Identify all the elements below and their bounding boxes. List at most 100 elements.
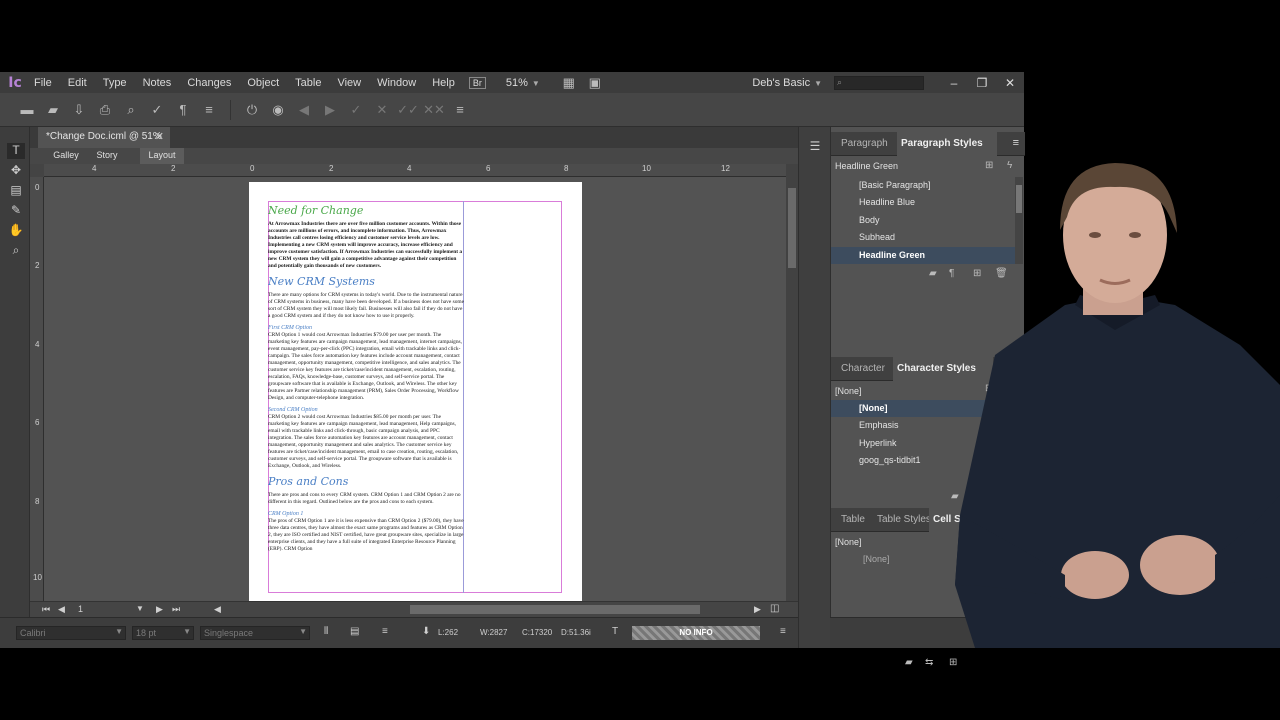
tab-galley[interactable]: Galley [46, 148, 86, 164]
tab-table-styles[interactable]: Table Styles [877, 508, 931, 532]
menu-window[interactable]: Window [369, 77, 424, 89]
panel-menu-icon[interactable]: ≡ [1013, 137, 1019, 149]
document-tab[interactable]: *Change Doc.icml @ 51% ✕ [38, 127, 170, 148]
folder-icon[interactable]: ▰ [929, 268, 937, 279]
spacing-field[interactable]: Singlespace ▼ [200, 626, 310, 640]
minimize-icon[interactable]: – [940, 76, 968, 90]
accept-all-icon[interactable]: ✓✓ [395, 102, 421, 118]
story-headline[interactable]: Pros and Cons [268, 475, 464, 488]
new-style-icon[interactable]: ⊞ [949, 657, 957, 668]
menu-view[interactable]: View [329, 77, 369, 89]
open-folder-icon[interactable]: ▰ [40, 102, 66, 118]
clear-override-icon[interactable]: ⇆ [925, 657, 933, 668]
story-subhead[interactable]: CRM Option 1 [268, 511, 464, 517]
clear-override-icon[interactable]: ¶ [949, 268, 954, 279]
columns-icon[interactable]: ⫴ [324, 626, 328, 637]
story-paragraph[interactable]: There are many options for CRM systems i… [268, 292, 464, 320]
text-icon[interactable]: T [612, 626, 618, 637]
menu-changes[interactable]: Changes [179, 77, 239, 89]
menu-icon[interactable]: ≡ [382, 626, 388, 637]
menu-table[interactable]: Table [287, 77, 329, 89]
scroll-right-icon[interactable]: ▶ [754, 604, 761, 615]
type-tool-icon[interactable]: T [7, 143, 25, 159]
story-subhead[interactable]: Second CRM Option [268, 407, 464, 413]
vertical-ruler[interactable]: 0 2 4 6 8 10 [30, 177, 44, 601]
menu-help[interactable]: Help [424, 77, 463, 89]
save-icon[interactable]: ⇩ [66, 102, 92, 118]
line-count: L:262 [438, 628, 459, 637]
horizontal-scroll-thumb[interactable] [410, 605, 700, 614]
next-page-icon[interactable]: ▶ [156, 604, 163, 615]
tab-paragraph-styles[interactable]: Paragraph Styles [897, 132, 997, 156]
folder-icon[interactable]: ▰ [905, 657, 913, 668]
tab-character[interactable]: Character [841, 357, 885, 381]
next-change-icon[interactable]: ▶ [317, 102, 343, 118]
story-subhead[interactable]: First CRM Option [268, 325, 464, 331]
ruler-origin[interactable] [30, 164, 44, 177]
print-icon[interactable]: ⎙ [92, 102, 118, 118]
panel-menu-icon[interactable]: ☰ [806, 139, 824, 155]
hand-tool-icon[interactable]: ✋ [7, 223, 25, 239]
previous-page-icon[interactable]: ◀ [58, 604, 65, 615]
track-changes-icon[interactable]: ⏻ [239, 102, 265, 118]
menu-notes[interactable]: Notes [135, 77, 180, 89]
position-tool-icon[interactable]: ✥ [7, 163, 25, 179]
scroll-thumb[interactable] [788, 188, 796, 268]
zoom-level[interactable]: 51% ▼ [506, 77, 540, 89]
toolbar-menu-icon[interactable]: ≡ [447, 102, 473, 117]
eyedropper-icon[interactable]: ✎ [7, 203, 25, 219]
zoom-tool-icon[interactable]: ⌕ [7, 243, 25, 259]
reject-all-icon[interactable]: ✕✕ [421, 102, 447, 118]
ruler-label: 2 [171, 164, 176, 173]
spellcheck-icon[interactable]: ✓ [144, 102, 170, 118]
story-paragraph[interactable]: The pros of CRM Option 1 are it is less … [268, 518, 464, 553]
tab-table[interactable]: Table [841, 508, 865, 532]
menu-icon[interactable]: ≡ [196, 102, 222, 117]
story-paragraph[interactable]: There are pros and cons to every CRM sys… [268, 492, 464, 506]
page-number-field[interactable]: 1 [78, 604, 83, 614]
close-icon[interactable]: ✕ [996, 76, 1024, 90]
close-tab-icon[interactable]: ✕ [155, 130, 164, 143]
table-icon[interactable]: ▤ [350, 626, 359, 637]
accept-change-icon[interactable]: ✓ [343, 102, 369, 118]
font-field[interactable]: Calibri ▼ [16, 626, 126, 640]
menu-edit[interactable]: Edit [60, 77, 95, 89]
restore-icon[interactable]: ❐ [968, 76, 996, 90]
screen-mode-icon[interactable]: ▣ [582, 75, 608, 91]
story-headline[interactable]: New CRM Systems [268, 275, 464, 288]
scroll-left-icon[interactable]: ◀ [214, 604, 221, 615]
chevron-down-icon[interactable]: ▼ [136, 604, 144, 613]
pilcrow-icon[interactable]: ¶ [170, 102, 196, 117]
last-page-icon[interactable]: ⏭ [172, 604, 180, 615]
layout-canvas[interactable]: Need for Change At Arrowmax Industries t… [44, 177, 786, 601]
search-field[interactable]: ⌕ [834, 75, 924, 90]
status-menu-icon[interactable]: ≡ [780, 626, 786, 637]
find-icon[interactable]: ⌕ [118, 102, 144, 118]
show-changes-icon[interactable]: ◉ [265, 102, 291, 118]
story-headline[interactable]: Need for Change [268, 204, 464, 217]
menu-object[interactable]: Object [239, 77, 287, 89]
first-page-icon[interactable]: ⏮ [42, 604, 50, 615]
previous-change-icon[interactable]: ◀ [291, 102, 317, 118]
note-tool-icon[interactable]: ▤ [7, 183, 25, 199]
split-view-icon[interactable]: ◫ [770, 603, 779, 614]
story-paragraph[interactable]: CRM Option 1 would cost Arrowmax Industr… [268, 332, 464, 402]
tab-layout[interactable]: Layout [140, 148, 184, 164]
text-frame[interactable]: Need for Change At Arrowmax Industries t… [268, 202, 464, 592]
font-size-field[interactable]: 18 pt ▼ [132, 626, 194, 640]
tab-paragraph[interactable]: Paragraph [841, 132, 888, 156]
tab-story[interactable]: Story [92, 148, 122, 164]
reject-change-icon[interactable]: ✕ [369, 102, 395, 118]
vertical-scrollbar[interactable] [786, 164, 798, 601]
horizontal-ruler[interactable]: 4 2 0 2 4 6 8 10 12 [44, 164, 798, 177]
menu-file[interactable]: File [26, 77, 60, 89]
ruler-label: 2 [329, 164, 334, 173]
story-paragraph[interactable]: CRM Option 2 would cost Arrowmax Industr… [268, 414, 464, 470]
story-paragraph[interactable]: At Arrowmax Industries there are over fi… [268, 221, 464, 270]
menu-type[interactable]: Type [95, 77, 135, 89]
download-icon[interactable]: ⬇ [422, 626, 430, 637]
new-doc-icon[interactable]: ▬ [14, 102, 40, 117]
workspace-switcher[interactable]: Deb's Basic ▼ [752, 77, 822, 89]
view-options-icon[interactable]: ▦ [556, 75, 582, 91]
bridge-button[interactable]: Br [468, 76, 486, 89]
